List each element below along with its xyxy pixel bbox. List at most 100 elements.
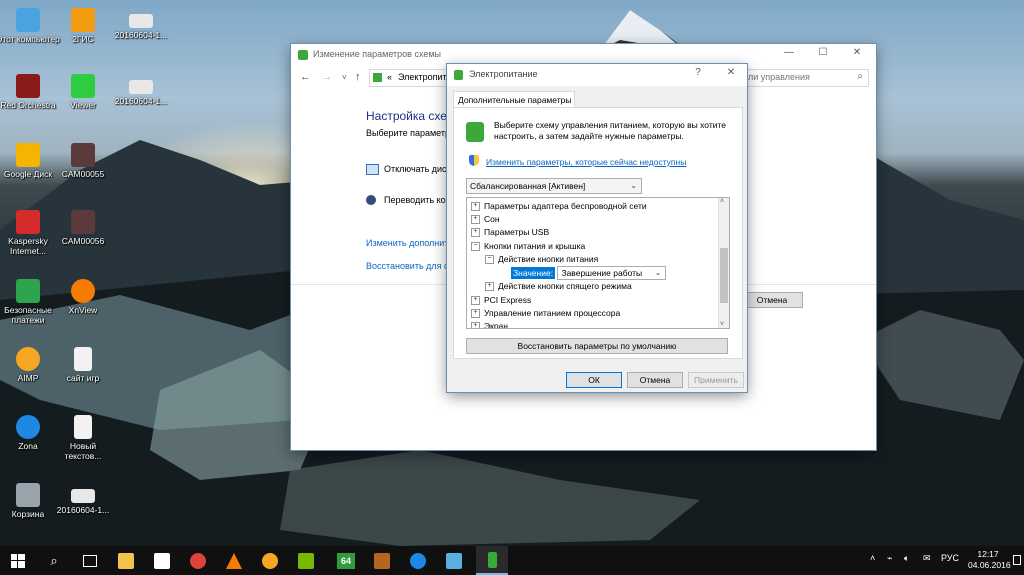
tab-panel: Выберите схему управления питанием, кото… [453, 107, 743, 359]
taskbar-tv[interactable] [438, 546, 470, 575]
tab-advanced-settings[interactable]: Дополнительные параметры [453, 91, 575, 108]
value-select[interactable]: Завершение работы ⌄ [557, 266, 667, 280]
tree-item-power-button-action[interactable]: − Действие кнопки питания [485, 253, 598, 266]
chevron-down-icon: ⌄ [654, 268, 662, 277]
taskbar-app-64[interactable]: 64 [330, 546, 362, 575]
back-arrow-icon[interactable]: ← [300, 71, 311, 83]
taskbar-nvidia[interactable] [290, 546, 322, 575]
address-bar[interactable]: « Электропит [369, 69, 451, 87]
taskbar-aimp[interactable] [254, 546, 286, 575]
plan-select[interactable]: Сбалансированная [Активен] ⌄ [466, 178, 642, 194]
change-unavailable-settings-link[interactable]: Изменить параметры, которые сейчас недос… [486, 157, 686, 167]
tree-item-power-buttons[interactable]: − Кнопки питания и крышка [471, 240, 585, 253]
search-icon: ⌕ [857, 71, 863, 82]
image-file-icon [71, 210, 95, 234]
apply-button[interactable]: Применить [688, 372, 744, 388]
collapse-icon[interactable]: − [485, 255, 494, 265]
clock[interactable]: 12:17 04.06.2016 [968, 549, 1011, 571]
desktop-icon-cam00055[interactable]: CAM00055 [51, 143, 115, 179]
volume-icon[interactable]: 🔈︎ [904, 553, 909, 564]
expand-icon[interactable]: + [471, 202, 480, 212]
desktop-icon-video-1[interactable]: 20160604-1... [109, 8, 173, 40]
dialog-close-button[interactable]: ✕ [719, 67, 743, 78]
taskbar: ⌕ 64 ˄ ⌁ 🔈︎ ✉ РУС 12:17 04.06.2016 [0, 546, 1024, 575]
video-file-icon [129, 80, 153, 94]
expand-icon[interactable]: + [471, 228, 480, 238]
window-titlebar[interactable]: Изменение параметров схемы — ☐ ✕ [291, 44, 876, 66]
taskbar-store[interactable] [146, 546, 178, 575]
settings-tree[interactable]: + Параметры адаптера беспроводной сети + С… [466, 197, 730, 329]
task-view-button[interactable] [74, 546, 106, 575]
tree-item-display[interactable]: + Экран [471, 320, 508, 328]
taskbar-chrome[interactable] [182, 546, 214, 575]
ok-button[interactable]: ОК [566, 372, 622, 388]
desktop-icon-video-3[interactable]: 20160604-1... [51, 483, 115, 515]
expand-icon[interactable]: + [471, 322, 480, 328]
desktop-icon-2gis[interactable]: 2ГИС [51, 8, 115, 44]
taskbar-file-explorer[interactable] [110, 546, 142, 575]
maximize-button[interactable]: ☐ [811, 47, 835, 58]
up-arrow-icon[interactable]: ↑ [355, 71, 361, 83]
dialog-cancel-button[interactable]: Отмена [627, 372, 683, 388]
taskbar-power-options[interactable] [476, 546, 508, 575]
vlc-icon [226, 552, 242, 569]
language-indicator[interactable]: РУС [941, 553, 959, 563]
close-button[interactable]: ✕ [845, 47, 869, 58]
tree-item-sleep-button-action[interactable]: + Действие кнопки спящего режима [485, 280, 632, 293]
search-taskbar-button[interactable]: ⌕ [38, 546, 70, 575]
desktop-icon-cam00056[interactable]: CAM00056 [51, 210, 115, 246]
minimize-button[interactable]: — [777, 47, 801, 58]
task-view-icon [83, 554, 97, 567]
scroll-up-icon[interactable]: ˄ [720, 198, 724, 205]
desktop-icon-video-2[interactable]: 20160604-1... [109, 74, 173, 106]
tree-item-processor[interactable]: + Управление питанием процессора [471, 307, 620, 320]
nvidia-icon [298, 552, 314, 569]
network-icon[interactable]: ⌁ [887, 553, 892, 564]
desktop-icon-games-site[interactable]: сайт игр [51, 347, 115, 383]
forward-arrow-icon[interactable]: → [321, 71, 332, 83]
restore-defaults-link[interactable]: Восстановить для с [366, 261, 449, 271]
xnview-icon [71, 279, 95, 303]
sleep-moon-icon [366, 195, 376, 205]
chrome-icon [190, 552, 206, 569]
expand-icon[interactable]: + [471, 296, 480, 306]
tree-scrollbar[interactable]: ˄ ˅ [718, 198, 729, 328]
battery-icon [454, 70, 463, 80]
search-placeholder: ли управления [748, 72, 810, 82]
tree-item-usb[interactable]: + Параметры USB [471, 226, 549, 239]
desktop-icon-xnview[interactable]: XnView [51, 279, 115, 315]
page-subtext: Выберите параметр [366, 128, 451, 138]
notification-icon[interactable]: ✉ [923, 553, 931, 564]
scroll-thumb[interactable] [720, 248, 728, 303]
taskbar-vlc[interactable] [218, 546, 250, 575]
history-chevron-icon[interactable]: ˅ [342, 73, 347, 82]
collapse-icon[interactable]: − [471, 242, 480, 252]
action-center-icon[interactable] [1013, 555, 1021, 565]
2gis-icon [71, 8, 95, 32]
recycle-bin-icon [16, 483, 40, 507]
restore-defaults-button[interactable]: Восстановить параметры по умолчанию [466, 338, 728, 354]
tree-item-sleep[interactable]: + Сон [471, 213, 500, 226]
help-button[interactable]: ? [686, 67, 710, 78]
dialog-title: Электропитание [469, 69, 538, 79]
app-64-icon: 64 [337, 552, 355, 569]
tree-item-pci-express[interactable]: + PCI Express [471, 294, 531, 307]
dialog-titlebar[interactable]: Электропитание ? ✕ [447, 64, 747, 86]
window-title: Изменение параметров схемы [313, 49, 442, 59]
start-button[interactable] [2, 546, 34, 575]
kaspersky-icon [16, 210, 40, 234]
tree-item-wireless[interactable]: + Параметры адаптера беспроводной сети [471, 200, 647, 213]
search-box[interactable]: ли управления ⌕ [741, 69, 869, 87]
desktop-icon-viewer[interactable]: Viewer [51, 74, 115, 110]
desktop-icon-new-text[interactable]: Новый текстов... [51, 415, 115, 461]
taskbar-zona[interactable] [402, 546, 434, 575]
expand-icon[interactable]: + [471, 215, 480, 225]
taskbar-thumbs[interactable] [366, 546, 398, 575]
scroll-down-icon[interactable]: ˅ [720, 321, 724, 328]
tray-overflow-icon[interactable]: ˄ [870, 553, 875, 563]
change-advanced-link[interactable]: Изменить дополнит [366, 238, 448, 248]
expand-icon[interactable]: + [471, 309, 480, 319]
cancel-button[interactable]: Отмена [741, 292, 803, 308]
aimp-icon [262, 552, 278, 569]
expand-icon[interactable]: + [485, 282, 494, 292]
